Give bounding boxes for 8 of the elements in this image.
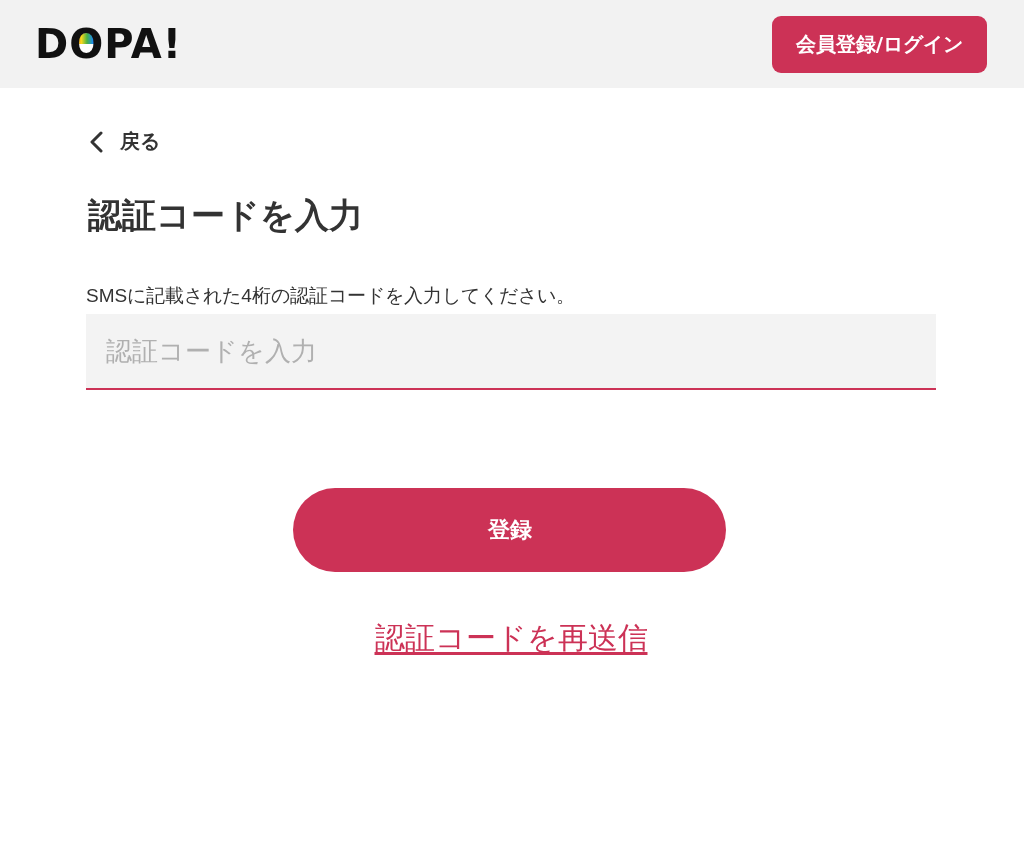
page-title: 認証コードを入力: [88, 194, 364, 236]
register-button[interactable]: 登録: [293, 488, 726, 573]
back-link[interactable]: 戻る: [120, 128, 160, 155]
instruction-text: SMSに記載された4桁の認証コードを入力してください。: [86, 283, 576, 308]
chevron-left-icon[interactable]: [88, 130, 104, 153]
resend-code-link[interactable]: 認証コードを再送信: [374, 618, 648, 658]
code-input-field[interactable]: 認証コードを入力: [86, 314, 936, 391]
login-button[interactable]: 会員登録/ログイン: [771, 15, 987, 73]
